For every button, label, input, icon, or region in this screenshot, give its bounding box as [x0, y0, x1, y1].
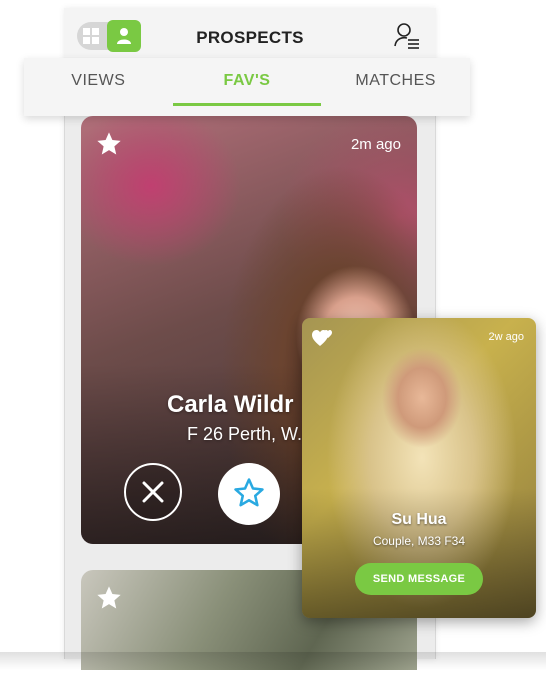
- user-filter-icon[interactable]: [393, 22, 421, 54]
- star-icon[interactable]: [95, 584, 123, 616]
- close-icon: [142, 481, 164, 503]
- tab-favs[interactable]: FAV'S: [172, 58, 322, 116]
- tab-bar: VIEWS FAV'S MATCHES: [24, 58, 470, 116]
- favorite-button[interactable]: [218, 463, 280, 525]
- popup-details: Couple, M33 F34: [372, 534, 466, 548]
- top-bar: PROSPECTS: [64, 8, 436, 58]
- page-title: PROSPECTS: [196, 28, 304, 47]
- popup-shade: [302, 488, 536, 618]
- star-outline-icon: [234, 478, 264, 507]
- hearts-icon: [312, 328, 334, 352]
- popup-time-ago: 2w ago: [488, 331, 524, 343]
- reject-button[interactable]: [124, 463, 182, 521]
- tab-views[interactable]: VIEWS: [24, 58, 173, 116]
- match-popup[interactable]: 2w ago Su Hua Couple, M33 F34 SEND MESSA…: [302, 318, 536, 618]
- profile-name: Carla Wildr: [167, 391, 294, 418]
- profile-details: F 26 Perth, W.: [187, 424, 303, 444]
- bottom-fade: [0, 652, 546, 682]
- star-icon[interactable]: [95, 130, 123, 162]
- time-ago: 2m ago: [350, 136, 401, 153]
- tab-matches[interactable]: MATCHES: [321, 58, 470, 116]
- popup-name: Su Hua: [391, 511, 447, 528]
- send-message-button[interactable]: SEND MESSAGE: [355, 563, 483, 595]
